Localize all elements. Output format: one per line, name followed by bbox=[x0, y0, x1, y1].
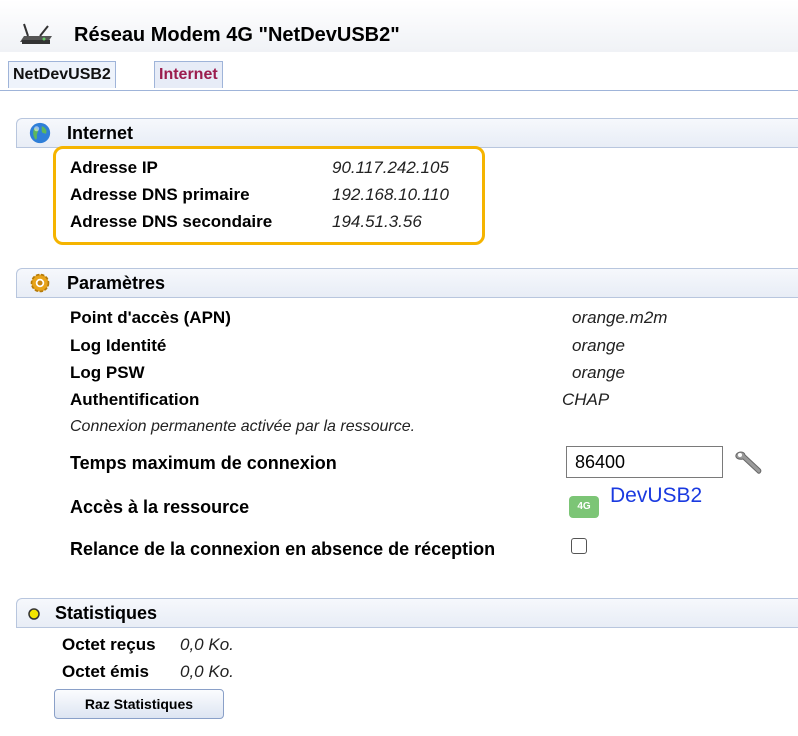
ip-label: Adresse IP bbox=[70, 158, 158, 177]
stats-section-title: Statistiques bbox=[55, 603, 158, 623]
max-time-label: Temps maximum de connexion bbox=[70, 453, 337, 473]
status-dot-icon bbox=[27, 602, 41, 629]
globe-icon bbox=[27, 122, 53, 149]
log-psw-label: Log PSW bbox=[70, 363, 145, 382]
tab-netdevusb2[interactable]: NetDevUSB2 bbox=[8, 61, 116, 88]
internet-section-title: Internet bbox=[67, 123, 134, 143]
wrench-icon[interactable] bbox=[732, 449, 766, 482]
sent-value: 0,0 Ko. bbox=[180, 662, 234, 681]
auth-label: Authentification bbox=[70, 390, 200, 409]
dns-primary-label: Adresse DNS primaire bbox=[70, 185, 250, 204]
relaunch-checkbox[interactable] bbox=[571, 538, 587, 554]
resource-4g-icon: 4G bbox=[569, 496, 599, 518]
permanent-note: Connexion permanente activée par la ress… bbox=[70, 418, 416, 435]
relaunch-label: Relance de la connexion en absence de ré… bbox=[70, 539, 496, 559]
tab-bar: NetDevUSB2 Internet bbox=[0, 58, 798, 91]
received-label: Octet reçus bbox=[62, 635, 156, 654]
ip-value: 90.117.242.105 bbox=[332, 158, 449, 177]
params-section-title: Paramètres bbox=[67, 273, 166, 293]
log-identity-value: orange bbox=[572, 336, 625, 355]
tab-internet[interactable]: Internet bbox=[154, 61, 223, 88]
apn-value: orange.m2m bbox=[572, 308, 668, 327]
page-title: Réseau Modem 4G "NetDevUSB2" bbox=[74, 24, 400, 46]
params-section: Paramètres bbox=[16, 268, 798, 298]
auth-value: CHAP bbox=[562, 390, 610, 409]
internet-section-header: Internet bbox=[16, 118, 798, 148]
stats-section-header: Statistiques bbox=[16, 598, 798, 628]
resource-label: Accès à la ressource bbox=[70, 497, 250, 517]
max-time-input[interactable] bbox=[566, 446, 723, 478]
apn-label: Point d'accès (APN) bbox=[70, 308, 231, 327]
resource-link[interactable]: DevUSB2 bbox=[610, 484, 702, 508]
gear-icon bbox=[27, 272, 53, 299]
network-modem-icon bbox=[18, 22, 54, 51]
dns-secondary-label: Adresse DNS secondaire bbox=[70, 212, 273, 231]
params-section-header: Paramètres bbox=[16, 268, 798, 298]
dns-secondary-value: 194.51.3.56 bbox=[332, 212, 422, 231]
stats-section: Statistiques bbox=[16, 598, 798, 628]
log-identity-label: Log Identité bbox=[70, 336, 167, 355]
reset-stats-button[interactable]: Raz Statistiques bbox=[54, 689, 224, 719]
received-value: 0,0 Ko. bbox=[180, 635, 234, 654]
sent-label: Octet émis bbox=[62, 662, 149, 681]
internet-section: Internet bbox=[16, 118, 798, 148]
log-psw-value: orange bbox=[572, 363, 625, 382]
dns-primary-value: 192.168.10.110 bbox=[332, 185, 449, 204]
window-header: Réseau Modem 4G "NetDevUSB2" bbox=[0, 0, 798, 52]
